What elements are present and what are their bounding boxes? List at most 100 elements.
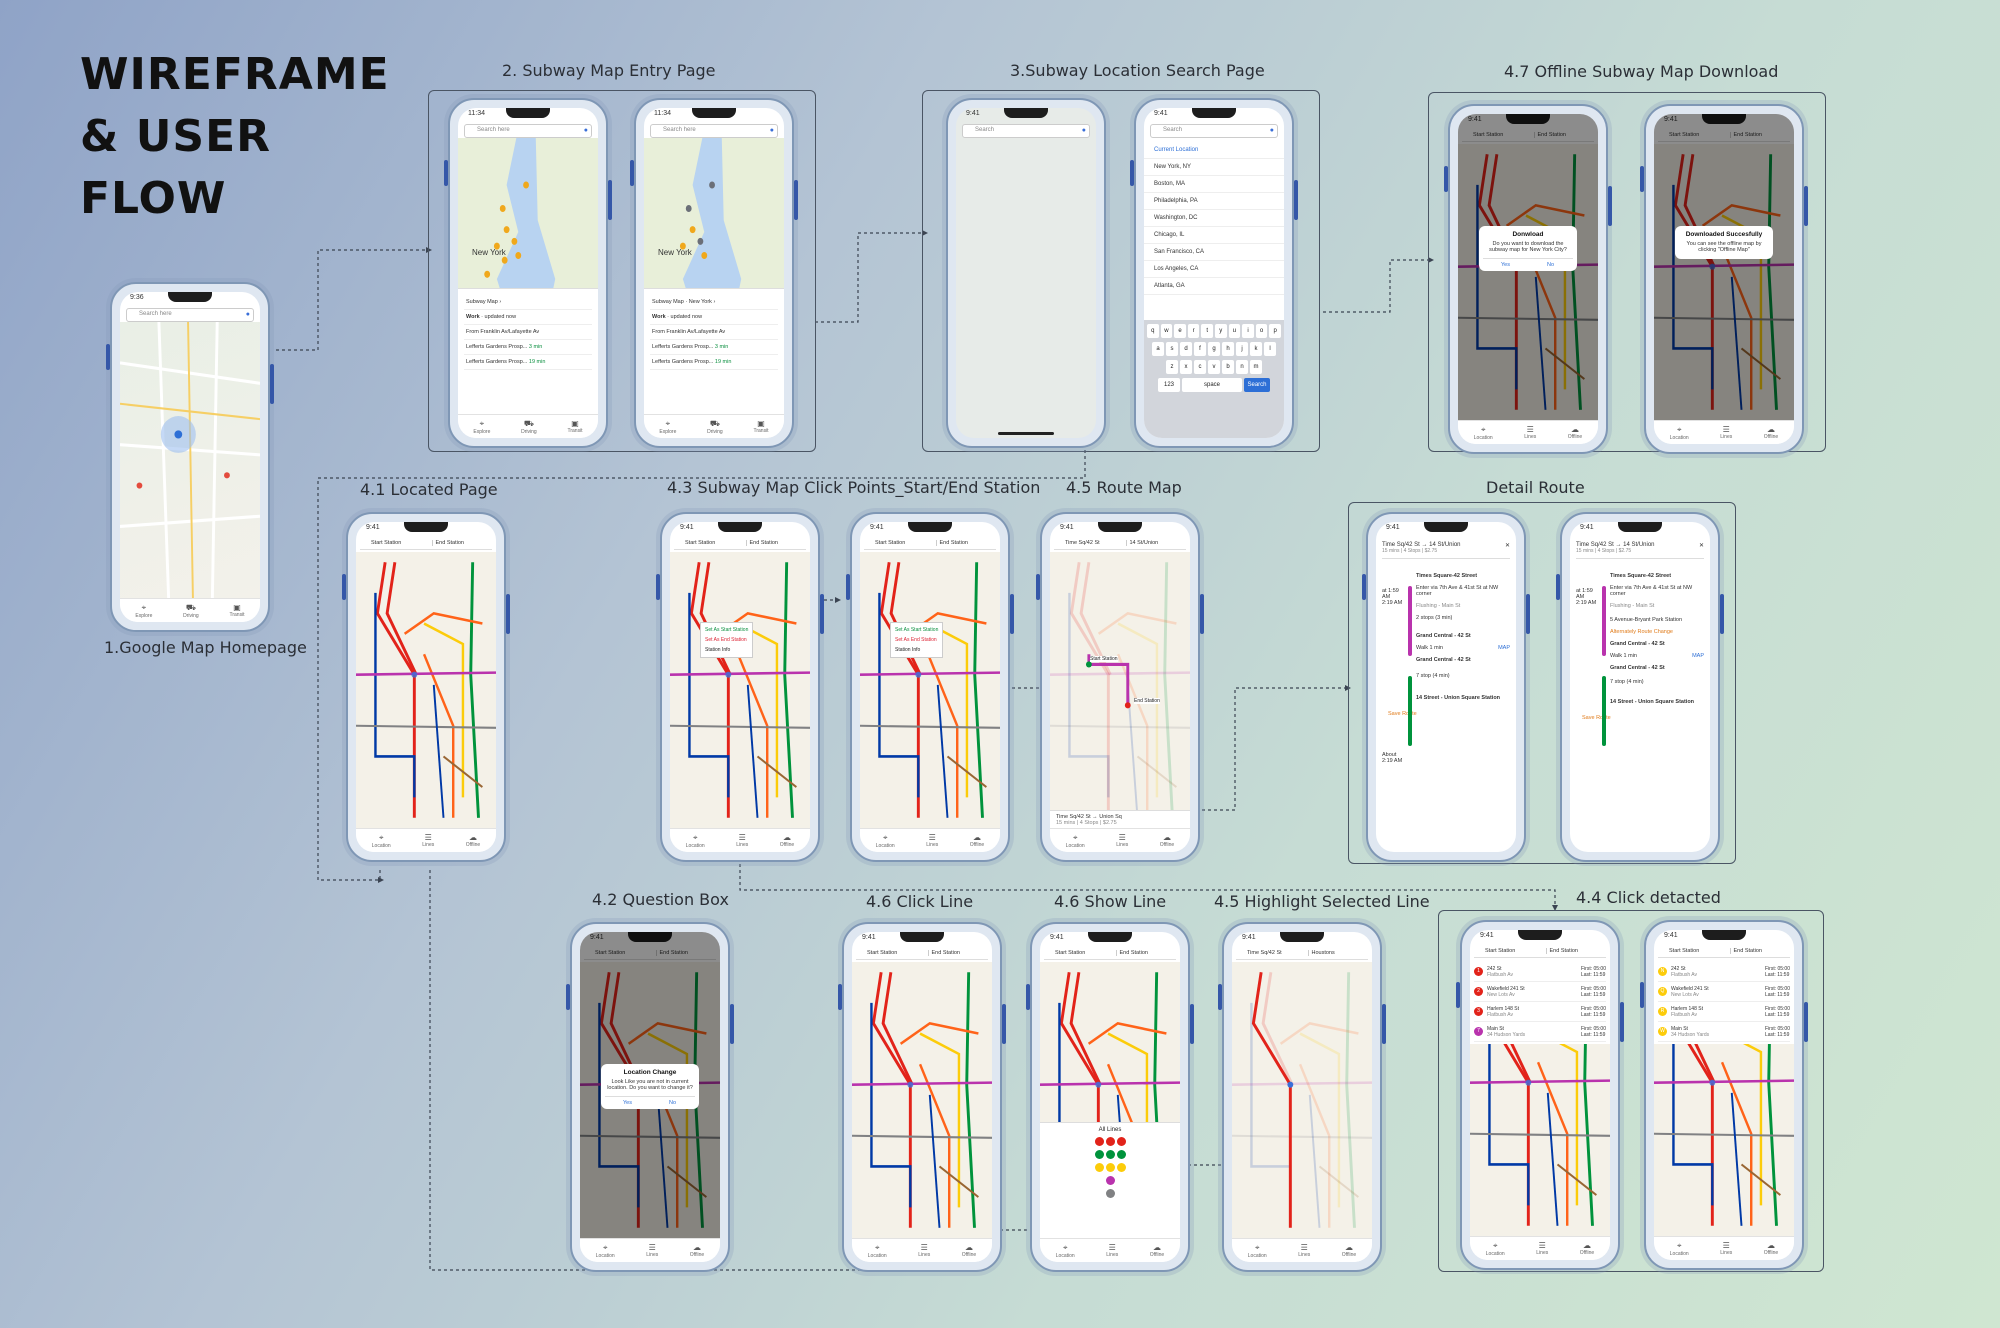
route-summary-bar[interactable]: Time Sq/42 St → Union Sq 15 mins | 4 Stop…: [1050, 810, 1190, 828]
start-station-field[interactable]: Start Station: [872, 540, 932, 546]
search-input[interactable]: Search here ●: [464, 124, 592, 138]
tab-location[interactable]: ⌖ Location: [1056, 1243, 1075, 1259]
tab-lines[interactable]: ☰ Lines: [1720, 425, 1732, 440]
tab-location[interactable]: ⌖ Location: [1066, 833, 1085, 849]
key-h[interactable]: h: [1222, 342, 1234, 356]
key-r[interactable]: r: [1187, 324, 1200, 338]
start-station-field[interactable]: Start Station: [368, 540, 428, 546]
list-item[interactable]: Los Angeles, CA: [1144, 261, 1284, 278]
list-item[interactable]: Boston, MA: [1144, 176, 1284, 193]
list-item[interactable]: Washington, DC: [1144, 210, 1284, 227]
key-c[interactable]: c: [1194, 360, 1206, 374]
mic-icon[interactable]: ●: [1270, 127, 1274, 134]
key-z[interactable]: z: [1166, 360, 1178, 374]
start-station-field[interactable]: Start Station: [682, 540, 742, 546]
schedule-row[interactable]: R Harlem 148 St Flatbush Av First: 05:00 L…: [1658, 1002, 1790, 1022]
station-info-button[interactable]: Station Info: [705, 645, 748, 655]
tab-offline[interactable]: ☁ Offline: [1160, 833, 1174, 848]
key-y[interactable]: y: [1215, 324, 1227, 338]
key-t[interactable]: t: [1201, 324, 1213, 338]
mic-icon[interactable]: ●: [770, 127, 774, 134]
tab-offline[interactable]: ☁ Offline: [1580, 1241, 1594, 1256]
search-input[interactable]: Search ●: [962, 124, 1090, 138]
schedule-row[interactable]: N 242 St Flatbush Av First: 05:00 Last: 11…: [1658, 962, 1790, 982]
key-space[interactable]: space: [1182, 378, 1242, 392]
key-a[interactable]: a: [1152, 342, 1164, 356]
current-location-item[interactable]: Current Location: [1144, 142, 1284, 159]
tab-lines[interactable]: ☰ Lines: [422, 833, 434, 848]
set-end-button[interactable]: Set As End Station: [895, 635, 938, 645]
mic-icon[interactable]: ●: [246, 311, 250, 318]
tab-offline[interactable]: ☁ Offline: [780, 833, 794, 848]
tab-transit[interactable]: ▣ Transit: [229, 603, 244, 618]
subway-map-entry[interactable]: Subway Map ›: [464, 295, 592, 310]
schedule-row[interactable]: 2 Wakefield 241 St New Lots Av First: 05:…: [1474, 982, 1606, 1002]
tab-offline[interactable]: ☁ Offline: [1764, 1241, 1778, 1256]
subway-map[interactable]: [1232, 962, 1372, 1238]
yes-button[interactable]: Yes: [1483, 259, 1528, 271]
end-station-field[interactable]: End Station: [1115, 949, 1177, 956]
google-map-view[interactable]: [120, 321, 260, 599]
start-station-field[interactable]: Start Station: [1666, 948, 1726, 954]
key-n[interactable]: n: [1236, 360, 1248, 374]
close-icon[interactable]: ✕: [1699, 542, 1704, 549]
end-station-field[interactable]: End Station: [1729, 947, 1791, 954]
no-button[interactable]: No: [1528, 259, 1573, 271]
tab-location[interactable]: ⌖ Location: [1474, 425, 1493, 441]
start-station-field[interactable]: Time Sq/42 St: [1244, 950, 1304, 956]
key-m[interactable]: m: [1250, 360, 1262, 374]
key-u[interactable]: u: [1228, 324, 1241, 338]
list-item[interactable]: New York, NY: [1144, 159, 1284, 176]
tab-offline[interactable]: ☁ Offline: [466, 833, 480, 848]
key-l[interactable]: l: [1264, 342, 1276, 356]
tab-location[interactable]: ⌖ Location: [868, 1243, 887, 1259]
key-k[interactable]: k: [1250, 342, 1262, 356]
end-station-field[interactable]: 14 St/Union: [1125, 539, 1187, 546]
start-station-field[interactable]: Start Station: [1482, 948, 1542, 954]
start-station-field[interactable]: Start Station: [864, 950, 924, 956]
tab-lines[interactable]: ☰ Lines: [926, 833, 938, 848]
key-123[interactable]: 123: [1158, 378, 1180, 392]
schedule-row[interactable]: 3 Harlem 148 St Flatbush Av First: 05:00 L…: [1474, 1002, 1606, 1022]
tab-offline[interactable]: ☁ Offline: [1764, 425, 1778, 440]
key-s[interactable]: s: [1166, 342, 1178, 356]
subway-map[interactable]: [1050, 552, 1190, 828]
list-item[interactable]: Atlanta, GA: [1144, 278, 1284, 295]
key-e[interactable]: e: [1174, 324, 1186, 338]
tab-location[interactable]: ⌖ Location: [1248, 1243, 1267, 1259]
start-station-field[interactable]: Time Sq/42 St: [1062, 540, 1122, 546]
subway-map[interactable]: [670, 552, 810, 828]
tab-offline[interactable]: ☁ Offline: [690, 1243, 704, 1258]
tab-lines[interactable]: ☰ Lines: [918, 1243, 930, 1258]
end-station-field[interactable]: Houstons: [1307, 949, 1369, 956]
tab-location[interactable]: ⌖ Location: [1670, 425, 1689, 441]
schedule-row[interactable]: 1 242 St Flatbush Av First: 05:00 Last: 11…: [1474, 962, 1606, 982]
tab-lines[interactable]: ☰ Lines: [736, 833, 748, 848]
tab-location[interactable]: ⌖ Location: [596, 1243, 615, 1259]
key-search[interactable]: Search: [1244, 378, 1270, 392]
key-i[interactable]: i: [1242, 324, 1254, 338]
tab-lines[interactable]: ☰ Lines: [1524, 425, 1536, 440]
key-g[interactable]: g: [1208, 342, 1220, 356]
tab-location[interactable]: ⌖ Location: [1670, 1241, 1689, 1257]
key-j[interactable]: j: [1236, 342, 1248, 356]
tab-lines[interactable]: ☰ Lines: [1720, 1241, 1732, 1256]
subway-map-entry[interactable]: Subway Map · New York ›: [650, 295, 778, 310]
subway-map[interactable]: [852, 962, 992, 1238]
key-p[interactable]: p: [1269, 324, 1281, 338]
key-b[interactable]: b: [1222, 360, 1234, 374]
save-route-button[interactable]: Save Route: [1388, 711, 1510, 717]
tab-driving[interactable]: ⛟ Driving: [183, 603, 199, 619]
set-end-button[interactable]: Set As End Station: [705, 635, 748, 645]
tab-offline[interactable]: ☁ Offline: [1568, 425, 1582, 440]
subway-map[interactable]: [860, 552, 1000, 828]
tab-offline[interactable]: ☁ Offline: [1342, 1243, 1356, 1258]
tab-location[interactable]: ⌖ Location: [686, 833, 705, 849]
tab-offline[interactable]: ☁ Offline: [962, 1243, 976, 1258]
tab-lines[interactable]: ☰ Lines: [1116, 833, 1128, 848]
end-station-field[interactable]: End Station: [1545, 947, 1607, 954]
close-icon[interactable]: ✕: [1505, 542, 1510, 549]
subway-map[interactable]: [356, 552, 496, 828]
tab-lines[interactable]: ☰ Lines: [646, 1243, 658, 1258]
schedule-row[interactable]: 7 Main St 34 Hudson Yards First: 05:00 Las…: [1474, 1022, 1606, 1042]
